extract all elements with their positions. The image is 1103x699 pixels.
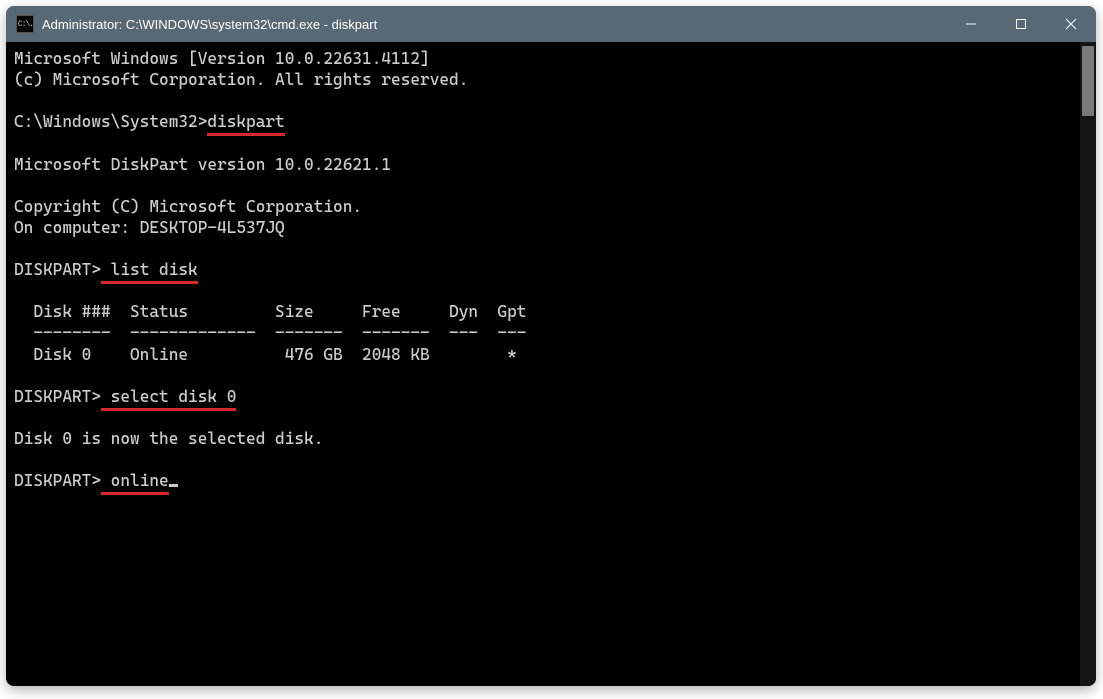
- minimize-button[interactable]: [946, 6, 996, 42]
- command-online: online: [101, 470, 169, 491]
- command-diskpart: diskpart: [207, 111, 284, 132]
- prompt-prefix: C:\Windows\System32>: [14, 112, 207, 131]
- prompt-line-1: C:\Windows\System32>diskpart: [14, 111, 1088, 132]
- version-line: Microsoft Windows [Version 10.0.22631.41…: [14, 48, 1088, 69]
- close-button[interactable]: [1046, 6, 1096, 42]
- command-select-disk: select disk 0: [101, 386, 236, 407]
- window-title: Administrator: C:\WINDOWS\system32\cmd.e…: [42, 17, 946, 32]
- diskpart-copyright: Copyright (C) Microsoft Corporation.: [14, 196, 1088, 217]
- prompt-line-3: DISKPART> select disk 0: [14, 386, 1088, 407]
- computer-name: On computer: DESKTOP-4L537JQ: [14, 217, 1088, 238]
- prompt-prefix: DISKPART>: [14, 387, 101, 406]
- terminal-text: Microsoft Windows [Version 10.0.22631.41…: [14, 48, 1088, 491]
- cmd-icon: C:\.: [16, 15, 34, 33]
- prompt-prefix: DISKPART>: [14, 471, 101, 490]
- terminal-output[interactable]: Microsoft Windows [Version 10.0.22631.41…: [6, 42, 1096, 686]
- table-header: Disk ### Status Size Free Dyn Gpt: [14, 301, 1088, 322]
- command-list-disk: list disk: [101, 259, 198, 280]
- maximize-button[interactable]: [996, 6, 1046, 42]
- cursor-icon: [169, 484, 178, 487]
- diskpart-version: Microsoft DiskPart version 10.0.22621.1: [14, 154, 1088, 175]
- cmd-window: C:\. Administrator: C:\WINDOWS\system32\…: [6, 6, 1096, 686]
- table-divider: -------- ------------- ------- ------- -…: [14, 322, 1088, 343]
- prompt-line-2: DISKPART> list disk: [14, 259, 1088, 280]
- copyright-line: (c) Microsoft Corporation. All rights re…: [14, 69, 1088, 90]
- select-result: Disk 0 is now the selected disk.: [14, 428, 1088, 449]
- window-controls: [946, 6, 1096, 42]
- prompt-prefix: DISKPART>: [14, 260, 101, 279]
- prompt-line-4: DISKPART> online: [14, 470, 1088, 491]
- titlebar[interactable]: C:\. Administrator: C:\WINDOWS\system32\…: [6, 6, 1096, 42]
- table-row: Disk 0 Online 476 GB 2048 KB *: [14, 344, 1088, 365]
